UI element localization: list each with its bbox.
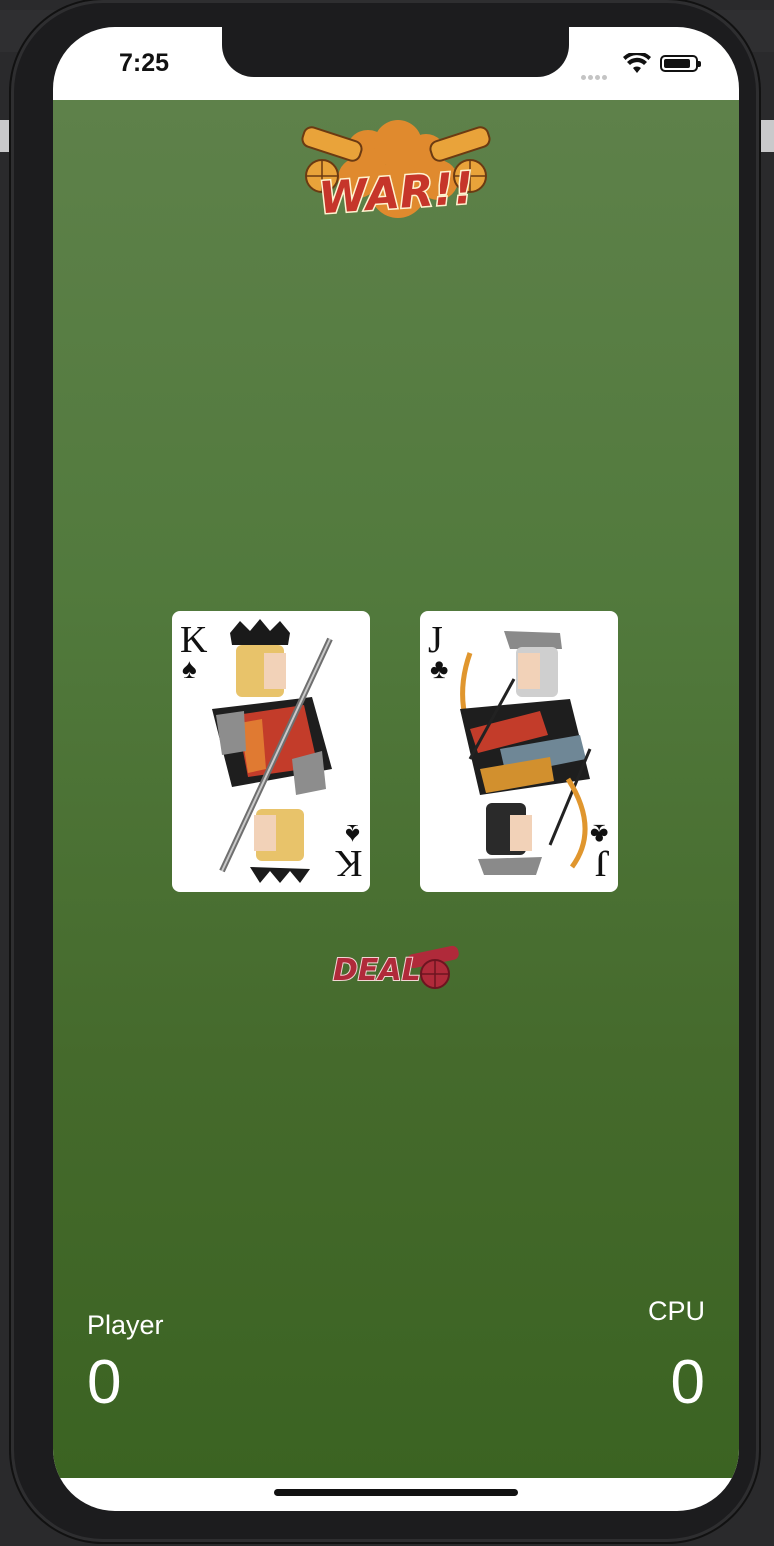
player-card-suit-bottom: ♠ [345, 819, 360, 850]
cellular-signal-icon [581, 67, 609, 85]
phone-screen: 7:25 WAR!! K ♠ K ♠ J ♣ J ♣ DEAL Player 0… [53, 27, 739, 1511]
player-score: 0 [87, 1348, 122, 1417]
cpu-card-suit-bottom: ♣ [589, 819, 608, 850]
status-time: 7:25 [119, 49, 170, 77]
game-table: WAR!! K ♠ K ♠ J ♣ J ♣ DEAL Player 0 CPU … [53, 100, 739, 1478]
cpu-card: J ♣ J ♣ [420, 611, 618, 892]
notch [222, 27, 569, 77]
phone-frame: 7:25 WAR!! K ♠ K ♠ J ♣ J ♣ DEAL Player 0… [11, 0, 759, 1542]
war-logo: WAR!! [301, 120, 491, 226]
deal-button[interactable]: DEAL [329, 944, 461, 992]
player-card: K ♠ K ♠ [172, 611, 370, 892]
cpu-score: 0 [670, 1348, 705, 1417]
home-indicator [274, 1489, 518, 1496]
jack-figure-illustration [460, 631, 592, 875]
cpu-label: CPU [647, 1296, 705, 1326]
deal-button-label: DEAL [333, 953, 421, 988]
king-figure-illustration [212, 619, 333, 883]
battery-icon [660, 55, 701, 72]
logo-text: WAR!! [317, 163, 475, 225]
player-label: Player [87, 1310, 164, 1340]
wifi-icon [623, 53, 651, 73]
